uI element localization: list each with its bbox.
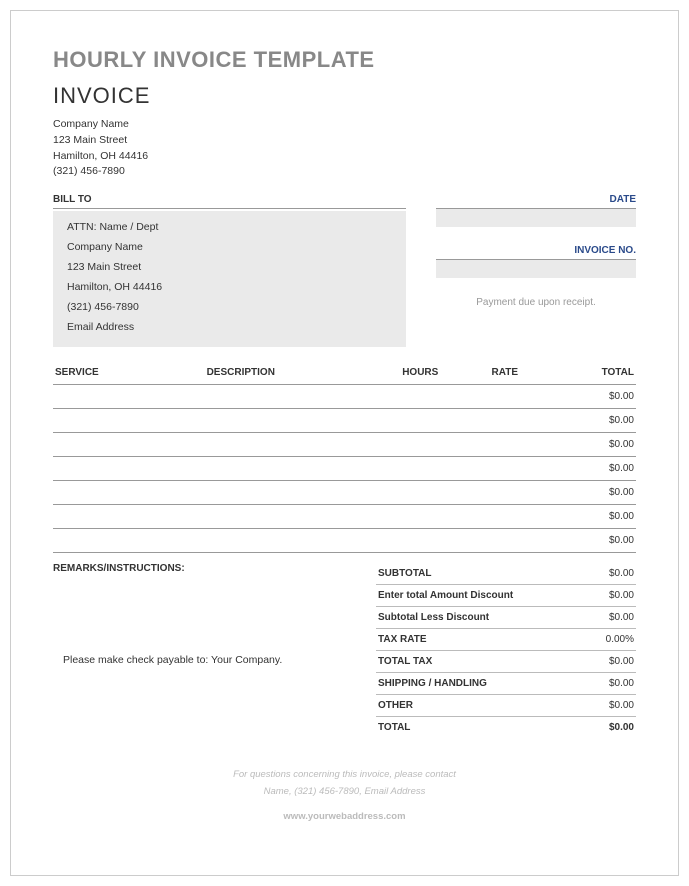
grand-total-value: $0.00 bbox=[587, 717, 636, 739]
cell-rate[interactable] bbox=[461, 529, 548, 553]
grand-total-label: TOTAL bbox=[376, 717, 587, 739]
footer-line1: For questions concerning this invoice, p… bbox=[53, 766, 636, 783]
bill-to-attn: ATTN: Name / Dept bbox=[67, 217, 392, 237]
cell-hours[interactable] bbox=[379, 529, 461, 553]
cell-total: $0.00 bbox=[549, 481, 636, 505]
tax-rate-value: 0.00% bbox=[587, 629, 636, 651]
cell-description[interactable] bbox=[205, 433, 380, 457]
cell-rate[interactable] bbox=[461, 481, 548, 505]
discount-label: Enter total Amount Discount bbox=[376, 585, 587, 607]
cell-total: $0.00 bbox=[549, 409, 636, 433]
from-city: Hamilton, OH 44416 bbox=[53, 149, 636, 165]
bill-to-city: Hamilton, OH 44416 bbox=[67, 277, 392, 297]
from-address: Company Name 123 Main Street Hamilton, O… bbox=[53, 117, 636, 180]
bill-to-company: Company Name bbox=[67, 237, 392, 257]
footer: For questions concerning this invoice, p… bbox=[53, 766, 636, 825]
from-street: 123 Main Street bbox=[53, 133, 636, 149]
cell-service[interactable] bbox=[53, 529, 205, 553]
shipping-value: $0.00 bbox=[587, 673, 636, 695]
subtotal-label: SUBTOTAL bbox=[376, 563, 587, 585]
payable-note: Please make check payable to: Your Compa… bbox=[53, 654, 356, 666]
line-item-row: $0.00 bbox=[53, 433, 636, 457]
other-value: $0.00 bbox=[587, 695, 636, 717]
col-total: TOTAL bbox=[549, 363, 636, 385]
invoice-no-field[interactable] bbox=[436, 260, 636, 278]
cell-rate[interactable] bbox=[461, 409, 548, 433]
bill-to-street: 123 Main Street bbox=[67, 257, 392, 277]
bill-to-box: ATTN: Name / Dept Company Name 123 Main … bbox=[53, 211, 406, 347]
col-rate: RATE bbox=[461, 363, 548, 385]
cell-rate[interactable] bbox=[461, 505, 548, 529]
cell-hours[interactable] bbox=[379, 385, 461, 409]
less-discount-label: Subtotal Less Discount bbox=[376, 607, 587, 629]
col-service: SERVICE bbox=[53, 363, 205, 385]
cell-description[interactable] bbox=[205, 457, 380, 481]
line-item-row: $0.00 bbox=[53, 529, 636, 553]
invoice-heading: INVOICE bbox=[53, 83, 636, 109]
discount-value: $0.00 bbox=[587, 585, 636, 607]
cell-hours[interactable] bbox=[379, 505, 461, 529]
cell-description[interactable] bbox=[205, 505, 380, 529]
cell-total: $0.00 bbox=[549, 433, 636, 457]
cell-hours[interactable] bbox=[379, 481, 461, 505]
line-item-row: $0.00 bbox=[53, 457, 636, 481]
cell-description[interactable] bbox=[205, 385, 380, 409]
cell-total: $0.00 bbox=[549, 385, 636, 409]
template-title: HOURLY INVOICE TEMPLATE bbox=[53, 47, 636, 73]
cell-service[interactable] bbox=[53, 409, 205, 433]
cell-total: $0.00 bbox=[549, 505, 636, 529]
cell-rate[interactable] bbox=[461, 385, 548, 409]
cell-service[interactable] bbox=[53, 385, 205, 409]
cell-service[interactable] bbox=[53, 481, 205, 505]
other-label: OTHER bbox=[376, 695, 587, 717]
cell-description[interactable] bbox=[205, 481, 380, 505]
bill-to-phone: (321) 456-7890 bbox=[67, 297, 392, 317]
less-discount-value: $0.00 bbox=[587, 607, 636, 629]
remarks-label: REMARKS/INSTRUCTIONS: bbox=[53, 563, 356, 574]
cell-service[interactable] bbox=[53, 433, 205, 457]
cell-service[interactable] bbox=[53, 505, 205, 529]
from-company: Company Name bbox=[53, 117, 636, 133]
invoice-page: HOURLY INVOICE TEMPLATE INVOICE Company … bbox=[10, 10, 679, 876]
cell-hours[interactable] bbox=[379, 433, 461, 457]
line-item-row: $0.00 bbox=[53, 481, 636, 505]
cell-description[interactable] bbox=[205, 529, 380, 553]
col-description: DESCRIPTION bbox=[205, 363, 380, 385]
date-label: DATE bbox=[436, 194, 636, 209]
cell-hours[interactable] bbox=[379, 457, 461, 481]
total-tax-value: $0.00 bbox=[587, 651, 636, 673]
line-item-row: $0.00 bbox=[53, 385, 636, 409]
shipping-label: SHIPPING / HANDLING bbox=[376, 673, 587, 695]
cell-hours[interactable] bbox=[379, 409, 461, 433]
cell-rate[interactable] bbox=[461, 433, 548, 457]
cell-service[interactable] bbox=[53, 457, 205, 481]
subtotal-value: $0.00 bbox=[587, 563, 636, 585]
col-hours: HOURS bbox=[379, 363, 461, 385]
cell-total: $0.00 bbox=[549, 457, 636, 481]
date-field[interactable] bbox=[436, 209, 636, 227]
bill-to-label: BILL TO bbox=[53, 194, 406, 209]
footer-web: www.yourwebaddress.com bbox=[53, 808, 636, 825]
invoice-no-label: INVOICE NO. bbox=[436, 245, 636, 260]
cell-total: $0.00 bbox=[549, 529, 636, 553]
bill-to-email: Email Address bbox=[67, 317, 392, 337]
line-item-row: $0.00 bbox=[53, 409, 636, 433]
total-tax-label: TOTAL TAX bbox=[376, 651, 587, 673]
line-items-table: SERVICE DESCRIPTION HOURS RATE TOTAL $0.… bbox=[53, 363, 636, 553]
cell-description[interactable] bbox=[205, 409, 380, 433]
payment-note: Payment due upon receipt. bbox=[436, 296, 636, 310]
tax-rate-label: TAX RATE bbox=[376, 629, 587, 651]
summary-table: SUBTOTAL$0.00 Enter total Amount Discoun… bbox=[376, 563, 636, 738]
footer-line2: Name, (321) 456-7890, Email Address bbox=[53, 783, 636, 800]
line-item-row: $0.00 bbox=[53, 505, 636, 529]
from-phone: (321) 456-7890 bbox=[53, 164, 636, 180]
cell-rate[interactable] bbox=[461, 457, 548, 481]
